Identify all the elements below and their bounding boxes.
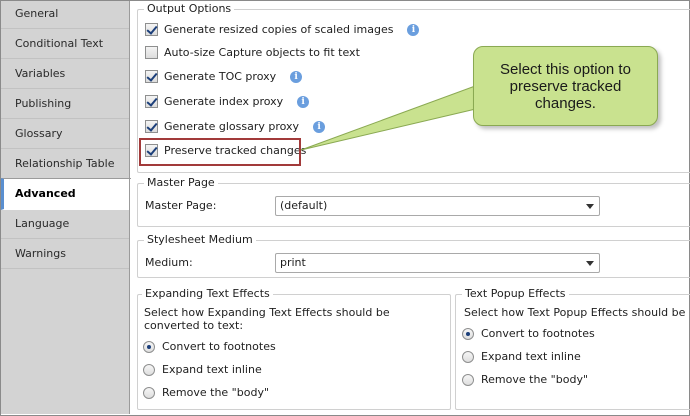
tab-label: Conditional Text	[15, 37, 104, 50]
option-label: Expand text inline	[162, 363, 262, 376]
tab-variables[interactable]: Variables	[1, 61, 130, 89]
master-page-title: Master Page	[144, 176, 218, 189]
info-icon[interactable]: i	[407, 23, 420, 36]
tab-publishing[interactable]: Publishing	[1, 91, 130, 119]
callout-bubble: Select this option to preserve tracked c…	[473, 46, 658, 126]
info-icon[interactable]: i	[313, 120, 326, 133]
option-toc-proxy[interactable]: Generate TOC proxy i	[145, 70, 303, 83]
option-label: Generate TOC proxy	[164, 70, 277, 83]
checkbox-resized-images[interactable]	[145, 23, 158, 36]
option-label: Generate index proxy	[164, 95, 284, 108]
medium-value: print	[280, 256, 306, 269]
chevron-down-icon	[586, 204, 594, 209]
highlight-box	[139, 138, 301, 166]
tab-general[interactable]: General	[1, 1, 130, 29]
stylesheet-medium-title: Stylesheet Medium	[144, 233, 256, 246]
radio-expanding-inline[interactable]	[143, 363, 155, 376]
tab-warnings[interactable]: Warnings	[1, 241, 130, 269]
option-resized-images[interactable]: Generate resized copies of scaled images…	[145, 23, 420, 36]
medium-select[interactable]: print	[275, 253, 600, 273]
radio-popup-inline[interactable]	[462, 350, 474, 363]
checkbox-auto-size[interactable]	[145, 46, 158, 59]
tab-label: Language	[15, 217, 70, 230]
tab-language[interactable]: Language	[1, 211, 130, 239]
radio-expanding-footnotes[interactable]	[143, 340, 155, 353]
checkbox-toc-proxy[interactable]	[145, 70, 158, 83]
master-page-select[interactable]: (default)	[275, 196, 600, 216]
sidebar: General Conditional Text Variables Publi…	[1, 1, 131, 414]
expanding-option-remove-body[interactable]: Remove the "body"	[143, 386, 269, 399]
chevron-down-icon	[586, 261, 594, 266]
radio-popup-footnotes[interactable]	[462, 327, 474, 340]
medium-label: Medium:	[145, 256, 193, 269]
popup-option-remove-body[interactable]: Remove the "body"	[462, 373, 588, 386]
option-label: Generate resized copies of scaled images	[164, 23, 394, 36]
checkbox-index-proxy[interactable]	[145, 95, 158, 108]
tab-relationship-table[interactable]: Relationship Table	[1, 151, 130, 179]
master-page-label: Master Page:	[145, 199, 217, 212]
tab-label: Publishing	[15, 97, 72, 110]
option-label: Convert to footnotes	[162, 340, 276, 353]
tab-label: Variables	[15, 67, 66, 80]
tab-glossary[interactable]: Glossary	[1, 121, 130, 149]
radio-expanding-remove-body[interactable]	[143, 386, 155, 399]
option-label: Remove the "body"	[162, 386, 270, 399]
popup-option-inline[interactable]: Expand text inline	[462, 350, 581, 363]
expanding-option-footnotes[interactable]: Convert to footnotes	[143, 340, 276, 353]
info-icon[interactable]: i	[290, 70, 303, 83]
popup-text-description: Select how Text Popup Effects should be …	[464, 306, 688, 319]
option-auto-size[interactable]: Auto-size Capture objects to fit text	[145, 46, 360, 59]
option-label: Convert to footnotes	[481, 327, 595, 340]
popup-option-footnotes[interactable]: Convert to footnotes	[462, 327, 595, 340]
tab-conditional-text[interactable]: Conditional Text	[1, 31, 130, 59]
expanding-option-inline[interactable]: Expand text inline	[143, 363, 262, 376]
tab-label: Advanced	[15, 187, 76, 200]
tab-advanced[interactable]: Advanced	[1, 178, 131, 210]
option-label: Expand text inline	[481, 350, 581, 363]
option-label: Remove the "body"	[481, 373, 589, 386]
option-glossary-proxy[interactable]: Generate glossary proxy i	[145, 120, 326, 133]
option-label: Auto-size Capture objects to fit text	[164, 46, 360, 59]
option-label: Generate glossary proxy	[164, 120, 300, 133]
tab-label: Relationship Table	[15, 157, 115, 170]
info-icon[interactable]: i	[297, 95, 310, 108]
tab-label: General	[15, 7, 59, 20]
radio-popup-remove-body[interactable]	[462, 373, 474, 386]
expanding-text-description: Select how Expanding Text Effects should…	[144, 306, 390, 332]
option-index-proxy[interactable]: Generate index proxy i	[145, 95, 310, 108]
master-page-value: (default)	[280, 199, 328, 212]
tab-label: Warnings	[15, 247, 66, 260]
callout-text: Select this option to preserve tracked c…	[500, 60, 631, 112]
checkbox-glossary-proxy[interactable]	[145, 120, 158, 133]
expanding-text-title: Expanding Text Effects	[142, 287, 273, 300]
output-options-title: Output Options	[144, 2, 235, 15]
popup-text-title: Text Popup Effects	[462, 287, 569, 300]
tab-label: Glossary	[15, 127, 63, 140]
